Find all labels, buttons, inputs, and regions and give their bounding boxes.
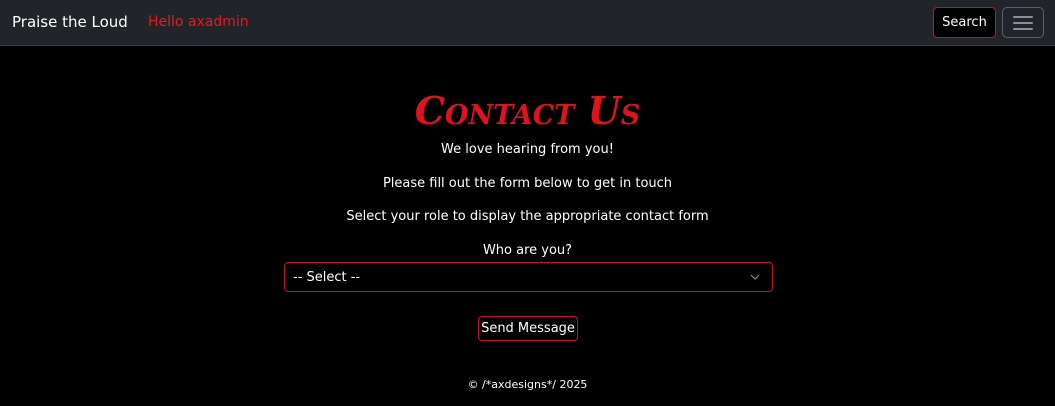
user-greeting: Hello axadmin bbox=[148, 14, 249, 30]
brand-link[interactable]: Praise the Loud bbox=[12, 13, 128, 31]
role-select[interactable]: -- Select -- bbox=[284, 262, 773, 292]
send-message-button[interactable]: Send Message bbox=[478, 316, 578, 341]
role-label: Who are you? bbox=[482, 243, 573, 258]
hamburger-icon bbox=[1013, 16, 1033, 30]
intro-line-2: Please fill out the form below to get in… bbox=[382, 176, 673, 191]
page-footer: © /*axdesigns*/ 2025 bbox=[467, 378, 588, 391]
intro-line-3: Select your role to display the appropri… bbox=[346, 209, 709, 224]
search-button[interactable]: Search bbox=[933, 7, 996, 38]
page-title: Contact Us bbox=[414, 88, 641, 133]
navbar-toggle-button[interactable] bbox=[1002, 7, 1044, 38]
role-select-value: -- Select -- bbox=[293, 270, 361, 285]
top-navbar: Praise the Loud Hello axadmin Search bbox=[0, 0, 1055, 46]
intro-line-1: We love hearing from you! bbox=[441, 142, 614, 157]
chevron-down-icon bbox=[750, 274, 760, 280]
